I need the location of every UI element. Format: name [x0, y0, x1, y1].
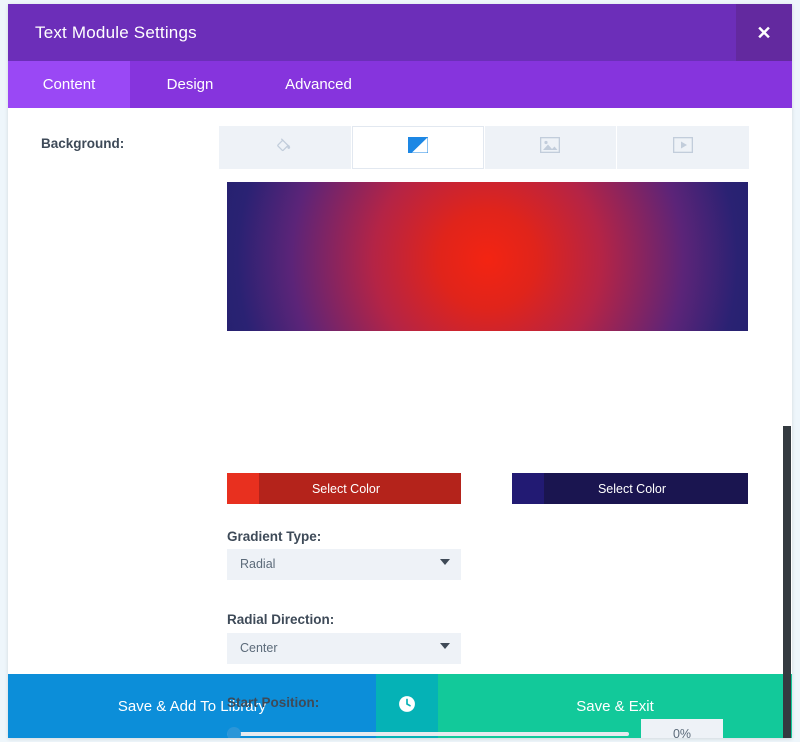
radial-direction-select[interactable]: Center — [227, 633, 461, 664]
tab-advanced[interactable]: Advanced — [250, 61, 387, 108]
scrollbar-thumb[interactable] — [783, 426, 791, 738]
background-type-gradient[interactable] — [351, 126, 485, 169]
background-type-toggle-group — [219, 126, 749, 169]
gradient-type-value: Radial — [240, 557, 276, 571]
clock-history-icon — [397, 694, 417, 718]
color-swatch-start — [227, 473, 259, 504]
radial-direction-label: Radial Direction: — [227, 612, 335, 627]
page-title: Text Module Settings — [35, 23, 197, 42]
text-module-settings-modal: Text Module Settings ✕ Content Design Ad… — [8, 4, 792, 738]
select-color-button-start[interactable]: Select Color — [227, 473, 461, 504]
tab-design[interactable]: Design — [130, 61, 250, 108]
tab-design-label: Design — [166, 76, 214, 93]
radial-direction-value: Center — [240, 641, 278, 655]
paint-bucket-icon — [276, 137, 293, 159]
select-color-end-label: Select Color — [597, 481, 667, 496]
video-icon — [672, 136, 694, 158]
image-icon — [540, 136, 561, 158]
select-color-start-label: Select Color — [311, 481, 381, 496]
modal-titlebar: Text Module Settings ✕ — [8, 4, 792, 61]
gradient-preview — [227, 182, 748, 331]
save-exit-label: Save & Exit — [576, 697, 654, 715]
settings-scroll-area: Background: Select Color Select Color Gr… — [8, 108, 792, 738]
background-type-image[interactable] — [484, 126, 618, 169]
background-type-video[interactable] — [617, 126, 749, 169]
tab-content[interactable]: Content — [8, 61, 130, 108]
background-type-color[interactable] — [219, 126, 352, 169]
close-button[interactable]: ✕ — [736, 4, 792, 61]
start-position-slider[interactable] — [227, 727, 629, 738]
slider-track[interactable] — [227, 732, 629, 736]
tab-advanced-label: Advanced — [285, 76, 352, 93]
gradient-type-select[interactable]: Radial — [227, 549, 461, 580]
gradient-type-label: Gradient Type: — [227, 529, 322, 544]
chevron-down-icon — [440, 559, 450, 565]
start-position-label: Start Position: — [227, 695, 320, 710]
background-label: Background: — [41, 136, 125, 151]
color-swatch-end — [512, 473, 544, 504]
gradient-icon — [407, 137, 428, 158]
select-color-button-end[interactable]: Select Color — [512, 473, 748, 504]
close-icon: ✕ — [756, 22, 772, 43]
tab-bar: Content Design Advanced — [8, 61, 792, 108]
start-position-value-input[interactable]: 0% — [641, 719, 723, 738]
tab-content-label: Content — [42, 76, 96, 93]
slider-handle[interactable] — [227, 727, 241, 738]
chevron-down-icon — [440, 643, 450, 649]
scrollbar-track[interactable] — [782, 212, 792, 738]
